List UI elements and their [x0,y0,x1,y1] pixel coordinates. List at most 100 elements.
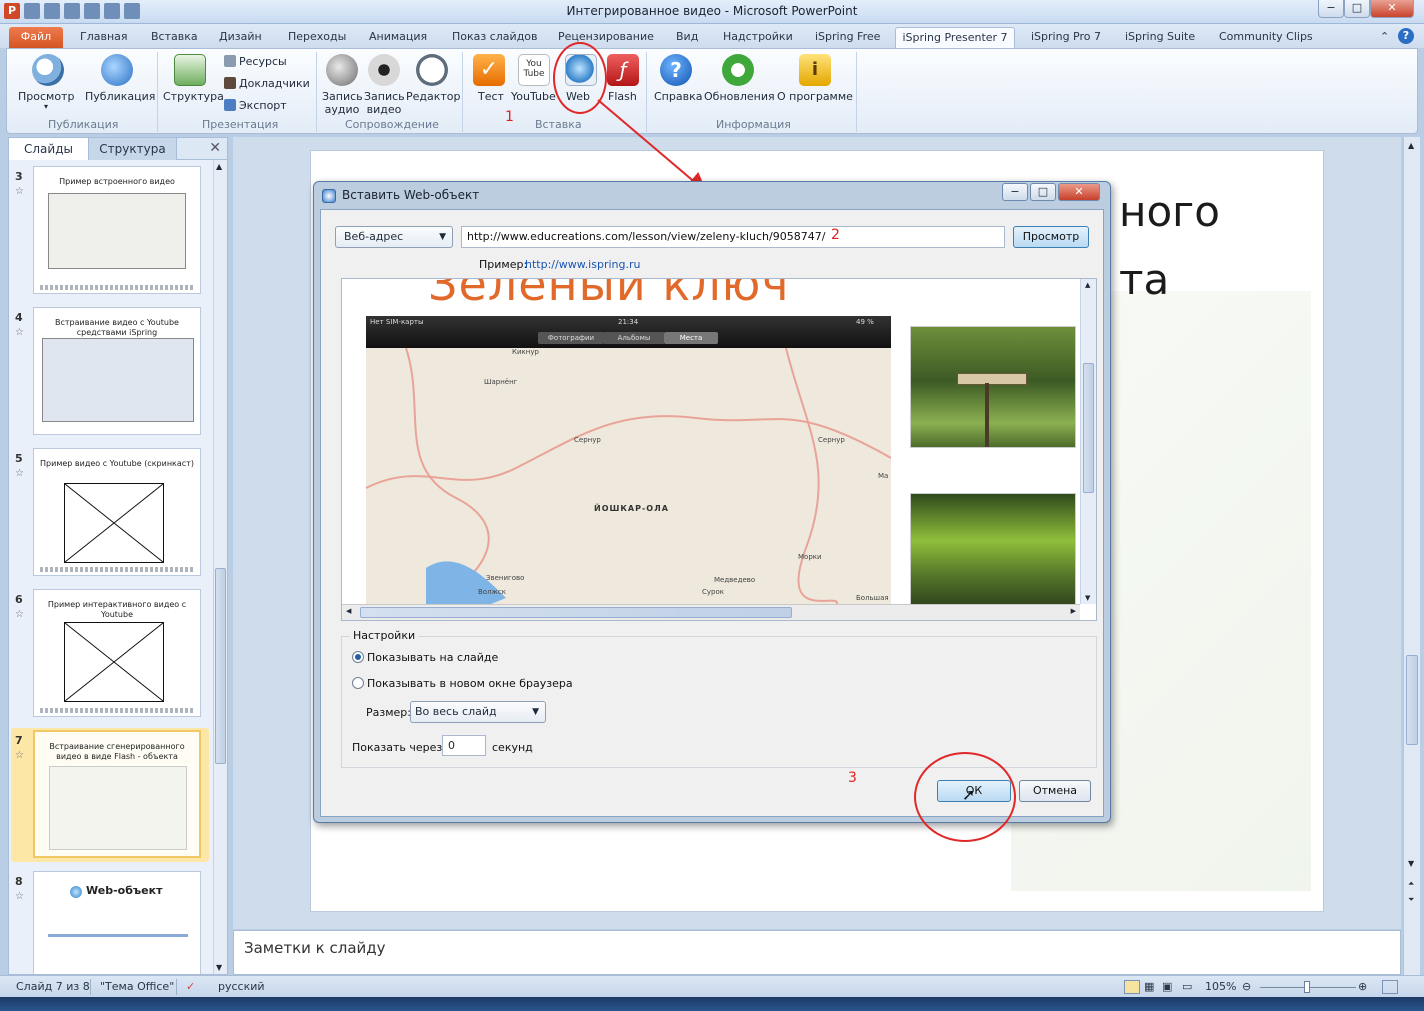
scroll-left-icon[interactable]: ◀ [346,607,351,615]
tab-community-clips[interactable]: Community Clips [1219,27,1313,48]
help-button[interactable]: Справка [654,90,702,103]
tab-ispring-pro[interactable]: iSpring Pro 7 [1031,27,1101,48]
resources-button[interactable]: Ресурсы [224,55,287,68]
test-button[interactable]: Тест [478,90,504,103]
zoom-slider-handle[interactable] [1304,981,1310,993]
tab-slides[interactable]: Слайды [9,138,89,160]
update-icon[interactable] [722,54,754,86]
publish-button[interactable]: Публикация [85,90,155,103]
help-question-icon[interactable]: ? [660,54,692,86]
close-panel-icon[interactable]: ✕ [209,140,221,156]
delay-input[interactable]: 0 [442,735,486,756]
scroll-up-icon[interactable]: ▲ [1408,141,1414,150]
next-slide-icon[interactable]: ⏷ [1408,895,1414,905]
tab-view[interactable]: Вид [676,27,698,48]
tab-insert[interactable]: Вставка [151,27,198,48]
structure-button[interactable]: Структура [163,90,224,103]
record-video-button[interactable]: Запись видео [364,90,405,116]
tab-design[interactable]: Дизайн [219,27,262,48]
zoom-level[interactable]: 105% [1205,980,1236,993]
tab-ispring-free[interactable]: iSpring Free [815,27,880,48]
export-button[interactable]: Экспорт [224,99,287,112]
reading-view-icon[interactable]: ▣ [1162,980,1172,993]
show-on-slide-radio[interactable]: Показывать на слайде [352,651,498,664]
tab-file[interactable]: Файл [9,27,63,48]
slide-thumbnail-4[interactable]: Встраивание видео с Youtube средствами i… [33,307,201,435]
minimize-button[interactable]: − [1318,0,1344,18]
tab-addins[interactable]: Надстройки [723,27,793,48]
tab-slideshow[interactable]: Показ слайдов [452,27,538,48]
scroll-down-icon[interactable]: ▼ [1408,859,1414,868]
size-dropdown[interactable]: Во весь слайд ▼ [410,701,546,723]
tab-animation[interactable]: Анимация [369,27,427,48]
dialog-maximize-button[interactable]: □ [1030,183,1056,201]
tab-ispring-suite[interactable]: iSpring Suite [1125,27,1195,48]
editor-button[interactable]: Редактор [406,90,461,103]
speakers-button[interactable]: Докладчики [224,77,310,90]
language-indicator[interactable]: русский [218,980,265,993]
scrollbar-thumb[interactable] [1083,363,1094,493]
preview-horizontal-scrollbar[interactable]: ◀ ▶ [342,604,1080,620]
cancel-button[interactable]: Отмена [1019,780,1091,802]
structure-icon[interactable] [174,54,206,86]
preview-vertical-scrollbar[interactable]: ▲ ▼ [1080,279,1096,604]
preview-dropdown-icon[interactable]: ▾ [44,102,48,111]
dialog-minimize-button[interactable]: − [1002,183,1028,201]
spellcheck-icon[interactable]: ✓ [186,980,195,993]
info-icon[interactable]: i [799,54,831,86]
slide-thumbnail-8[interactable]: Web-объект [33,871,201,974]
youtube-button[interactable]: YouTube [511,90,556,103]
quiz-check-icon[interactable]: ✓ [473,54,505,86]
updates-button[interactable]: Обновления [704,90,775,103]
normal-view-icon[interactable] [1124,980,1140,994]
maximize-button[interactable]: □ [1344,0,1370,18]
slide-thumbnail-7[interactable]: Встраивание сгенерированного видео в вид… [33,730,201,858]
scroll-up-icon[interactable]: ▲ [216,162,222,171]
scroll-down-icon[interactable]: ▼ [1085,594,1090,602]
slide-sorter-view-icon[interactable]: ▦ [1144,980,1154,993]
zoom-in-icon[interactable]: ⊕ [1358,980,1367,993]
about-button[interactable]: О программе [777,90,853,103]
source-type-dropdown[interactable]: Веб-адрес ▼ [335,226,453,248]
show-in-browser-radio[interactable]: Показывать в новом окне браузера [352,677,573,690]
notes-pane[interactable]: Заметки к слайду [233,930,1401,975]
help-icon[interactable]: ? [1398,28,1414,44]
web-preview-pane[interactable]: Зеленый ключ Нет SIM-карты 21:34 49 % Фо… [341,278,1097,621]
tab-home[interactable]: Главная [80,27,128,48]
zoom-out-icon[interactable]: ⊖ [1242,980,1251,993]
previous-slide-icon[interactable]: ⏶ [1408,879,1414,889]
preview-url-button[interactable]: Просмотр [1013,226,1089,248]
scroll-right-icon[interactable]: ▶ [1071,607,1076,615]
scrollbar-thumb[interactable] [1406,655,1418,745]
slide-thumbnail-3[interactable]: Пример встроенного видео [33,166,201,294]
close-button[interactable]: ✕ [1370,0,1414,18]
preview-map-image: Нет SIM-карты 21:34 49 % Фотографии Альб… [366,316,891,606]
scrollbar-thumb[interactable] [360,607,792,618]
scroll-down-icon[interactable]: ▼ [216,963,222,972]
example-link[interactable]: http://www.ispring.ru [525,258,640,271]
slide-thumbnail-6[interactable]: Пример интерактивного видео с Youtube [33,589,201,717]
record-audio-button[interactable]: Запись аудио [322,90,363,116]
microphone-icon[interactable] [326,54,358,86]
youtube-icon[interactable]: You Tube [518,54,550,86]
flash-icon[interactable]: ƒ [607,54,639,86]
scrollbar-thumb[interactable] [215,568,226,764]
slide-scrollbar[interactable]: ▲ ▼ ⏶ ⏷ [1403,137,1420,975]
tab-outline[interactable]: Структура [89,138,177,160]
webcam-icon[interactable] [368,54,400,86]
scroll-up-icon[interactable]: ▲ [1085,281,1090,289]
slide-thumbnail-5[interactable]: Пример видео с Youtube (скринкаст) [33,448,201,576]
ribbon-collapse-icon[interactable]: ⌃ [1380,27,1389,48]
stopwatch-icon[interactable] [416,54,448,86]
thumbnail-scrollbar[interactable]: ▲ ▼ [213,160,227,974]
preview-icon[interactable] [32,54,64,86]
tab-ispring-presenter[interactable]: iSpring Presenter 7 [895,27,1015,48]
fit-to-window-icon[interactable] [1382,980,1398,994]
dialog-close-button[interactable]: ✕ [1058,183,1100,201]
flash-button[interactable]: Flash [608,90,637,103]
tab-transitions[interactable]: Переходы [288,27,346,48]
publish-globe-icon[interactable] [101,54,133,86]
theme-name[interactable]: "Тема Office" [100,980,174,993]
slideshow-view-icon[interactable]: ▭ [1182,980,1192,993]
url-input[interactable]: http://www.educreations.com/lesson/view/… [461,226,1005,248]
